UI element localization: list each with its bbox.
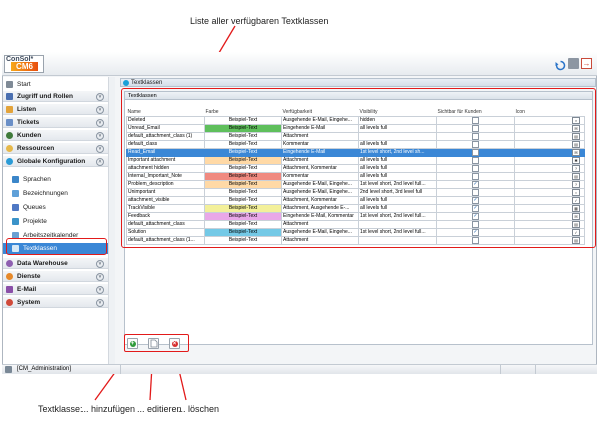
globe-icon: [6, 158, 13, 165]
chevron-down-icon[interactable]: ˅: [96, 132, 104, 140]
list-icon: [6, 106, 13, 113]
home-icon: [6, 81, 13, 88]
access-icon: [6, 93, 13, 100]
sidebar-item-label: Zugriff und Rollen: [17, 93, 73, 100]
table-highlight-box: [121, 88, 596, 248]
chevron-down-icon[interactable]: ˅: [96, 145, 104, 153]
services-icon: [6, 273, 13, 280]
sidebar-item-label: E-Mail: [17, 286, 37, 293]
sidebar-item-label: Data Warehouse: [17, 260, 68, 267]
sidebar-item-kunden[interactable]: Kunden ˅: [3, 130, 109, 141]
chevron-down-icon[interactable]: ˅: [96, 260, 104, 268]
warehouse-icon: [6, 260, 13, 267]
sidebar-item-label: Ressourcen: [17, 145, 55, 152]
chevron-down-icon[interactable]: ˅: [96, 273, 104, 281]
sidebar-item-dienste[interactable]: Dienste ˅: [3, 271, 109, 282]
sidebar-item-label: Sprachen: [23, 176, 51, 183]
language-icon: [12, 176, 19, 183]
sidebar-item-label: Listen: [17, 106, 37, 113]
sidebar-item-label: Dienste: [17, 273, 41, 280]
sidebar-item-sprachen[interactable]: Sprachen: [3, 174, 109, 185]
email-icon: [6, 286, 13, 293]
info-icon: [123, 80, 129, 86]
app-logo: ConSol* CM6: [4, 55, 44, 73]
gear-icon: [6, 299, 13, 306]
sidebar-item-projekte[interactable]: Projekte: [3, 216, 109, 227]
status-bar: [CM_Administration]: [2, 364, 597, 374]
sidebar-item-label: Globale Konfiguration: [17, 158, 86, 165]
logged-in-user: [CM_Administration]: [17, 366, 72, 372]
sidebar-item-e-mail[interactable]: E-Mail ˅: [3, 284, 109, 295]
sidebar-item-listen[interactable]: Listen ˅: [3, 104, 109, 115]
queue-icon: [12, 204, 19, 211]
sidebar-item-label: Queues: [23, 204, 46, 211]
top-toolbar: [2, 52, 597, 76]
status-divider: [500, 365, 501, 374]
folder-icon: [12, 218, 19, 225]
sidebar-item-label: System: [17, 299, 41, 306]
buttons-highlight-box: [124, 334, 189, 352]
customer-icon: [6, 132, 13, 139]
logo-text-bottom: CM6: [11, 62, 38, 71]
chevron-down-icon[interactable]: ˅: [96, 93, 104, 101]
sidebar-item-bezeichnungen[interactable]: Bezeichnungen: [3, 188, 109, 199]
sidebar-item-zugriff[interactable]: Zugriff und Rollen ˅: [3, 91, 109, 102]
status-divider: [535, 365, 536, 374]
chevron-down-icon[interactable]: ˅: [96, 299, 104, 307]
user-icon: [5, 366, 12, 373]
tab-label: Textklassen: [131, 80, 163, 86]
sidebar-item-label: Tickets: [17, 119, 40, 126]
sidebar-item-ressourcen[interactable]: Ressourcen ˅: [3, 143, 109, 154]
tab-textklassen[interactable]: Textklassen: [120, 78, 596, 87]
chevron-down-icon[interactable]: ˅: [96, 119, 104, 127]
sidebar-item-data-warehouse[interactable]: Data Warehouse ˅: [3, 258, 109, 269]
sidebar-scrollbar[interactable]: [108, 77, 115, 364]
sidebar-item-start[interactable]: Start: [3, 79, 109, 90]
sidebar-item-label: Kunden: [17, 132, 42, 139]
chevron-down-icon[interactable]: ˅: [96, 106, 104, 114]
status-divider: [120, 365, 121, 374]
sidebar-item-tickets[interactable]: Tickets ˅: [3, 117, 109, 128]
label-icon: [12, 190, 19, 197]
window-icon[interactable]: [568, 58, 579, 69]
sidebar-item-globale-konfiguration[interactable]: Globale Konfiguration ˄: [3, 156, 109, 167]
sidebar-item-label: Bezeichnungen: [23, 190, 68, 197]
logout-icon[interactable]: →: [581, 58, 592, 69]
chevron-down-icon[interactable]: ˅: [96, 286, 104, 294]
resource-icon: [6, 145, 13, 152]
chevron-up-icon[interactable]: ˄: [96, 158, 104, 166]
refresh-icon[interactable]: [555, 58, 566, 71]
sidebar-highlight-box: [6, 238, 107, 255]
sidebar-item-system[interactable]: System ˅: [3, 297, 109, 308]
sidebar-item-label: Projekte: [23, 218, 47, 225]
sidebar-item-queues[interactable]: Queues: [3, 202, 109, 213]
sidebar-item-label: Start: [17, 81, 31, 88]
ticket-icon: [6, 119, 13, 126]
sidebar: Start Zugriff und Rollen ˅ Listen ˅ Tick…: [3, 77, 115, 364]
